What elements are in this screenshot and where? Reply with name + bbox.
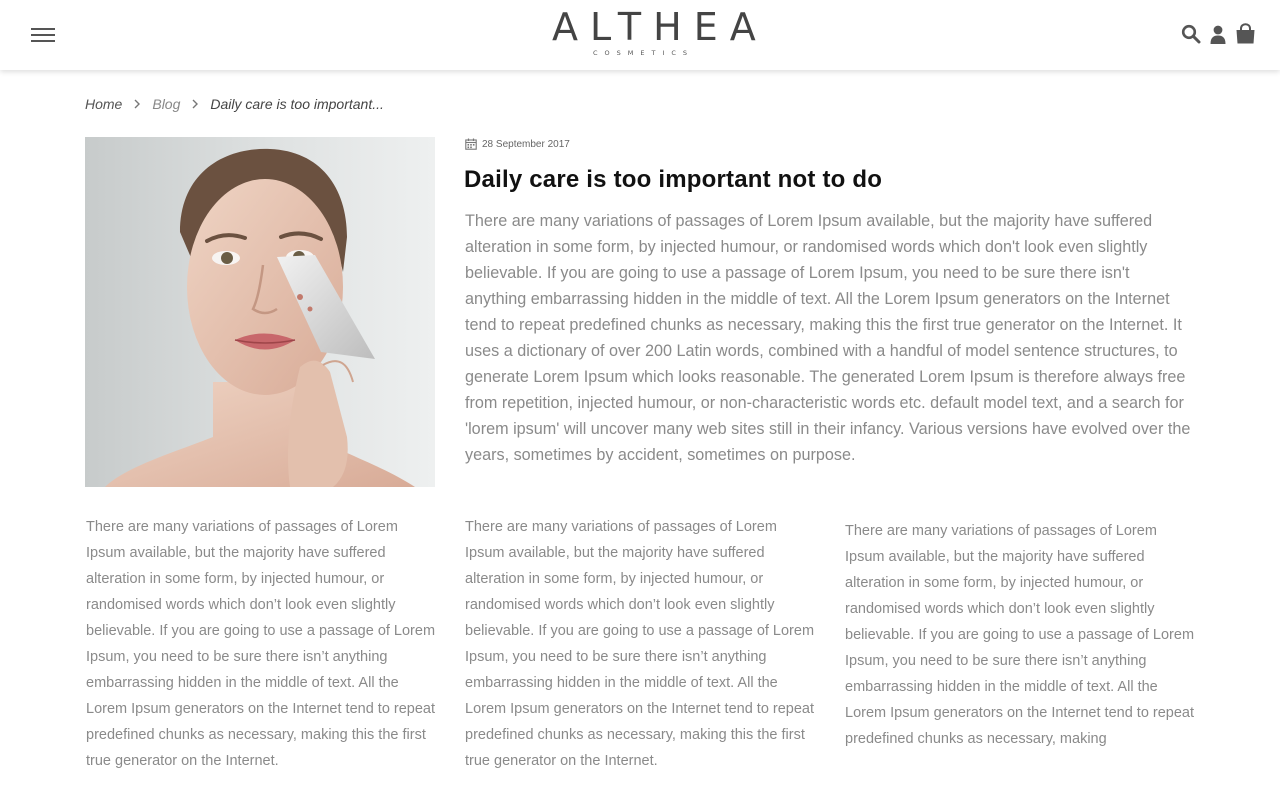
chevron-right-icon: [134, 99, 141, 109]
site-header: ALTHEA COSMETICS: [0, 0, 1280, 70]
post-date: 28 September 2017: [465, 137, 570, 151]
shopping-bag-icon[interactable]: [1235, 23, 1256, 44]
post-title: Daily care is too important not to do: [464, 166, 883, 193]
brand-logo[interactable]: ALTHEA COSMETICS: [540, 5, 768, 64]
post-image: [85, 137, 435, 487]
brand-name: ALTHEA: [552, 5, 768, 49]
post-column-text: There are many variations of passages of…: [465, 519, 815, 769]
post-date-text: 28 September 2017: [482, 138, 570, 150]
user-icon[interactable]: [1210, 25, 1226, 44]
chevron-right-icon: [192, 99, 199, 109]
post-column-text: There are many variations of passages of…: [845, 523, 1195, 747]
search-icon[interactable]: [1181, 24, 1201, 44]
breadcrumb-current: Daily care is too important...: [210, 96, 384, 112]
breadcrumb-home[interactable]: Home: [85, 96, 122, 112]
breadcrumb: Home Blog Daily care is too important...: [85, 94, 384, 114]
brand-subtitle: COSMETICS: [592, 49, 695, 57]
post-lead-paragraph: There are many variations of passages of…: [465, 212, 1191, 464]
calendar-icon: [465, 138, 477, 150]
breadcrumb-blog[interactable]: Blog: [152, 96, 180, 112]
post-column-text: There are many variations of passages of…: [86, 519, 436, 769]
menu-icon[interactable]: [31, 26, 55, 44]
